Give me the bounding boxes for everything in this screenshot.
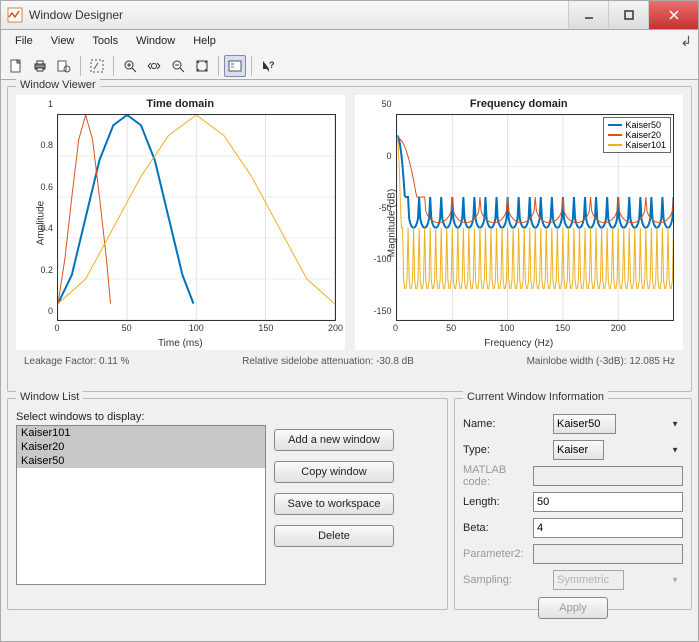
mainlobe-stat: Mainlobe width (-3dB): 12.085 Hz <box>527 356 675 367</box>
print-icon[interactable] <box>29 55 51 77</box>
freq-chart-title: Frequency domain <box>356 96 683 112</box>
time-xlabel: Time (ms) <box>17 336 344 349</box>
svg-text:?: ? <box>269 60 275 70</box>
window-title: Window Designer <box>29 8 568 22</box>
apply-button[interactable]: Apply <box>538 597 608 619</box>
time-domain-chart[interactable]: Time domain Amplitude 00.20.40.60.81 050… <box>16 95 345 350</box>
zoom-in-icon[interactable] <box>119 55 141 77</box>
code-label: MATLAB code: <box>463 464 533 488</box>
window-viewer-title: Window Viewer <box>16 79 100 91</box>
legend-item: Kaiser20 <box>608 130 666 140</box>
freq-domain-chart[interactable]: Frequency domain Magnitude (dB) -150-100… <box>355 95 684 350</box>
list-item[interactable]: Kaiser101 <box>17 426 265 440</box>
type-select[interactable]: Kaiser <box>553 440 604 460</box>
dock-icon[interactable]: ↲ <box>680 33 692 50</box>
print-preview-icon[interactable] <box>53 55 75 77</box>
length-label: Length: <box>463 496 533 508</box>
viewer-stats: Leakage Factor: 0.11 % Relative sidelobe… <box>16 350 683 367</box>
zoom-x-icon[interactable] <box>143 55 165 77</box>
sampling-select: Symmetric <box>553 570 624 590</box>
list-item[interactable]: Kaiser50 <box>17 454 265 468</box>
name-select[interactable]: Kaiser50 <box>553 414 616 434</box>
sampling-label: Sampling: <box>463 574 553 586</box>
legend-item: Kaiser101 <box>608 140 666 150</box>
new-icon[interactable] <box>5 55 27 77</box>
window-info-panel: Current Window Information Name: Kaiser5… <box>454 398 692 610</box>
leakage-stat: Leakage Factor: 0.11 % <box>24 356 129 367</box>
add-window-button[interactable]: Add a new window <box>274 429 394 451</box>
close-button[interactable] <box>648 1 698 29</box>
app-icon <box>7 7 23 23</box>
beta-label: Beta: <box>463 522 533 534</box>
menu-view[interactable]: View <box>43 33 83 49</box>
menu-window[interactable]: Window <box>128 33 183 49</box>
list-item[interactable]: Kaiser20 <box>17 440 265 454</box>
zoom-out-icon[interactable] <box>167 55 189 77</box>
window-list-label: Select windows to display: <box>16 411 266 423</box>
param2-input <box>533 544 683 564</box>
menu-tools[interactable]: Tools <box>84 33 126 49</box>
time-chart-title: Time domain <box>17 96 344 112</box>
legend-item: Kaiser50 <box>608 120 666 130</box>
window-list-panel: Window List Select windows to display: K… <box>7 398 448 610</box>
type-label: Type: <box>463 444 553 456</box>
code-input <box>533 466 683 486</box>
window-viewer-panel: Window Viewer Time domain Amplitude 00.2… <box>7 86 692 392</box>
freq-xlabel: Frequency (Hz) <box>356 336 683 349</box>
title-bar: Window Designer <box>0 0 699 30</box>
param2-label: Parameter2: <box>463 548 533 560</box>
menu-help[interactable]: Help <box>185 33 224 49</box>
toolbar: ? <box>0 52 699 80</box>
maximize-button[interactable] <box>608 1 648 29</box>
name-label: Name: <box>463 418 553 430</box>
minimize-button[interactable] <box>568 1 608 29</box>
whatsthis-icon[interactable]: ? <box>257 55 279 77</box>
save-workspace-button[interactable]: Save to workspace <box>274 493 394 515</box>
delete-button[interactable]: Delete <box>274 525 394 547</box>
autoscale-icon[interactable] <box>191 55 213 77</box>
legend-icon[interactable] <box>224 55 246 77</box>
annotate-icon[interactable] <box>86 55 108 77</box>
menu-file[interactable]: File <box>7 33 41 49</box>
content-area: Window Viewer Time domain Amplitude 00.2… <box>0 80 699 642</box>
freq-legend[interactable]: Kaiser50Kaiser20Kaiser101 <box>603 117 671 153</box>
window-list-title: Window List <box>16 391 83 403</box>
sidelobe-stat: Relative sidelobe attenuation: -30.8 dB <box>242 356 414 367</box>
beta-input[interactable] <box>533 518 683 538</box>
length-input[interactable] <box>533 492 683 512</box>
copy-window-button[interactable]: Copy window <box>274 461 394 483</box>
window-info-title: Current Window Information <box>463 391 608 403</box>
window-listbox[interactable]: Kaiser101Kaiser20Kaiser50 <box>16 425 266 585</box>
menu-bar: File View Tools Window Help ↲ <box>0 30 699 52</box>
